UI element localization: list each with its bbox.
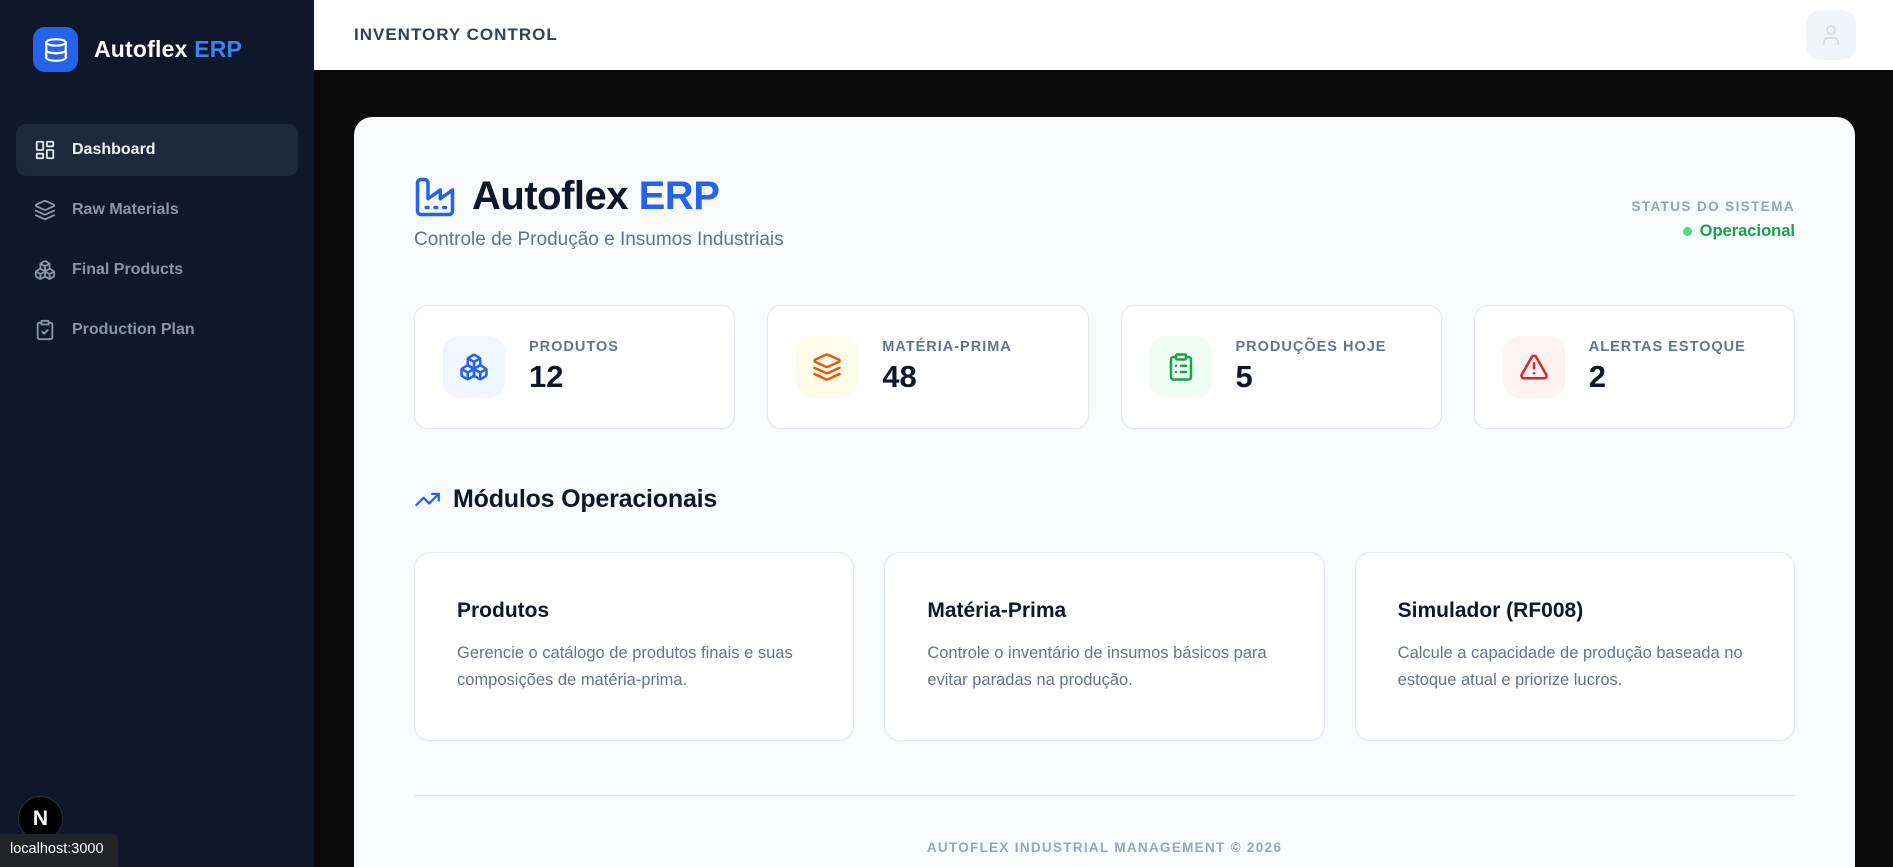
dashboard-panel: Autoflex ERP Controle de Produção e Insu… [354,117,1855,867]
stat-value: 2 [1588,359,1606,394]
brand: Autoflex ERP [0,0,314,72]
app-root: Autoflex ERP Dashboard Raw Materials Fin… [0,0,1893,867]
user-icon [1819,23,1843,47]
brand-name-accent: ERP [194,36,243,62]
stat-value: 5 [1235,359,1253,394]
stat-value: 48 [882,359,917,394]
database-icon [43,37,69,63]
stat-label: ALERTAS ESTOQUE [1588,339,1746,355]
layers-icon [34,199,56,221]
main-content: Autoflex ERP Controle de Produção e Insu… [314,70,1893,867]
boxes-icon [34,259,56,281]
status-value: Operacional [1631,222,1795,241]
stat-icon-tile [1502,336,1565,398]
brand-logo [33,27,78,72]
system-status: STATUS DO SISTEMA Operacional [1631,174,1795,241]
hero-subtitle: Controle de Produção e Insumos Industria… [414,229,784,250]
stat-icon-tile [443,336,505,398]
hero-title-primary: Autoflex [472,174,629,218]
stats-row: PRODUTOS 12 MATÉRIA-PRIMA 48 PRODUÇÕES H… [414,305,1795,429]
stat-label: PRODUÇÕES HOJE [1235,339,1387,355]
panel-footer: AUTOFLEX INDUSTRIAL MANAGEMENT © 2026 [414,795,1795,855]
top-header: INVENTORY CONTROL [314,0,1893,70]
stat-text: MATÉRIA-PRIMA 48 [882,339,1012,395]
hero: Autoflex ERP Controle de Produção e Insu… [414,174,1795,251]
sidebar-item-label: Dashboard [72,141,156,158]
hero-left: Autoflex ERP Controle de Produção e Insu… [414,174,784,251]
sidebar-item-production-plan[interactable]: Production Plan [16,304,298,356]
sidebar-item-label: Final Products [72,261,184,278]
clipboard-check-icon [34,319,56,341]
module-title: Produtos [457,599,550,622]
module-title: Simulador (RF008) [1397,599,1584,622]
modules-section-title: Módulos Operacionais [453,485,718,513]
module-description: Calcule a capacidade de produção baseada… [1397,644,1743,690]
stat-card-materia-prima: MATÉRIA-PRIMA 48 [767,305,1089,429]
stat-icon-tile [796,336,859,398]
boxes-icon [459,352,489,382]
factory-icon [414,176,456,218]
module-card-simulador[interactable]: Simulador (RF008) Calcule a capacidade d… [1354,552,1795,742]
page-title: INVENTORY CONTROL [354,25,558,44]
sidebar-item-dashboard[interactable]: Dashboard [16,124,298,176]
hero-title-accent: ERP [638,174,720,218]
sidebar-nav: Dashboard Raw Materials Final Products P… [0,124,314,356]
stat-card-alertas-estoque: ALERTAS ESTOQUE 2 [1473,305,1795,429]
module-card-materia-prima[interactable]: Matéria-Prima Controle o inventário de i… [884,552,1325,742]
footer-text: AUTOFLEX INDUSTRIAL MANAGEMENT © 2026 [926,840,1283,856]
stat-text: PRODUTOS 12 [529,339,619,395]
sidebar-item-final-products[interactable]: Final Products [16,244,298,296]
url-tooltip: localhost:3000 [0,834,118,867]
stat-label: PRODUTOS [529,339,619,355]
module-description: Gerencie o catálogo de produtos finais e… [457,644,793,690]
modules-grid: Produtos Gerencie o catálogo de produtos… [414,552,1795,742]
status-dot-icon [1682,227,1692,236]
stat-icon-tile [1149,336,1212,398]
user-avatar[interactable] [1806,10,1856,60]
module-card-produtos[interactable]: Produtos Gerencie o catálogo de produtos… [414,552,855,742]
hero-title: Autoflex ERP [472,174,720,219]
clipboard-list-icon [1166,352,1196,382]
stat-value: 12 [529,359,564,394]
modules-section-head: Módulos Operacionais [414,485,1795,514]
stat-card-produtos: PRODUTOS 12 [414,305,736,429]
stat-text: ALERTAS ESTOQUE 2 [1589,339,1746,395]
status-value-text: Operacional [1699,222,1795,240]
brand-name: Autoflex ERP [94,36,242,63]
sidebar-item-raw-materials[interactable]: Raw Materials [16,184,298,236]
trending-up-icon [414,486,441,513]
sidebar-item-label: Production Plan [72,321,195,338]
hero-title-row: Autoflex ERP [414,174,784,219]
module-title: Matéria-Prima [927,599,1067,622]
alert-triangle-icon [1519,352,1549,382]
status-label: STATUS DO SISTEMA [1631,199,1795,214]
layers-icon [812,352,842,382]
module-description: Controle o inventário de insumos básicos… [927,644,1267,690]
brand-name-primary: Autoflex [94,36,188,62]
stat-text: PRODUÇÕES HOJE 5 [1236,339,1387,395]
sidebar-item-label: Raw Materials [72,201,179,218]
dashboard-icon [34,139,56,161]
sidebar: Autoflex ERP Dashboard Raw Materials Fin… [0,0,314,867]
stat-label: MATÉRIA-PRIMA [882,339,1012,355]
stat-card-producoes-hoje: PRODUÇÕES HOJE 5 [1120,305,1442,429]
